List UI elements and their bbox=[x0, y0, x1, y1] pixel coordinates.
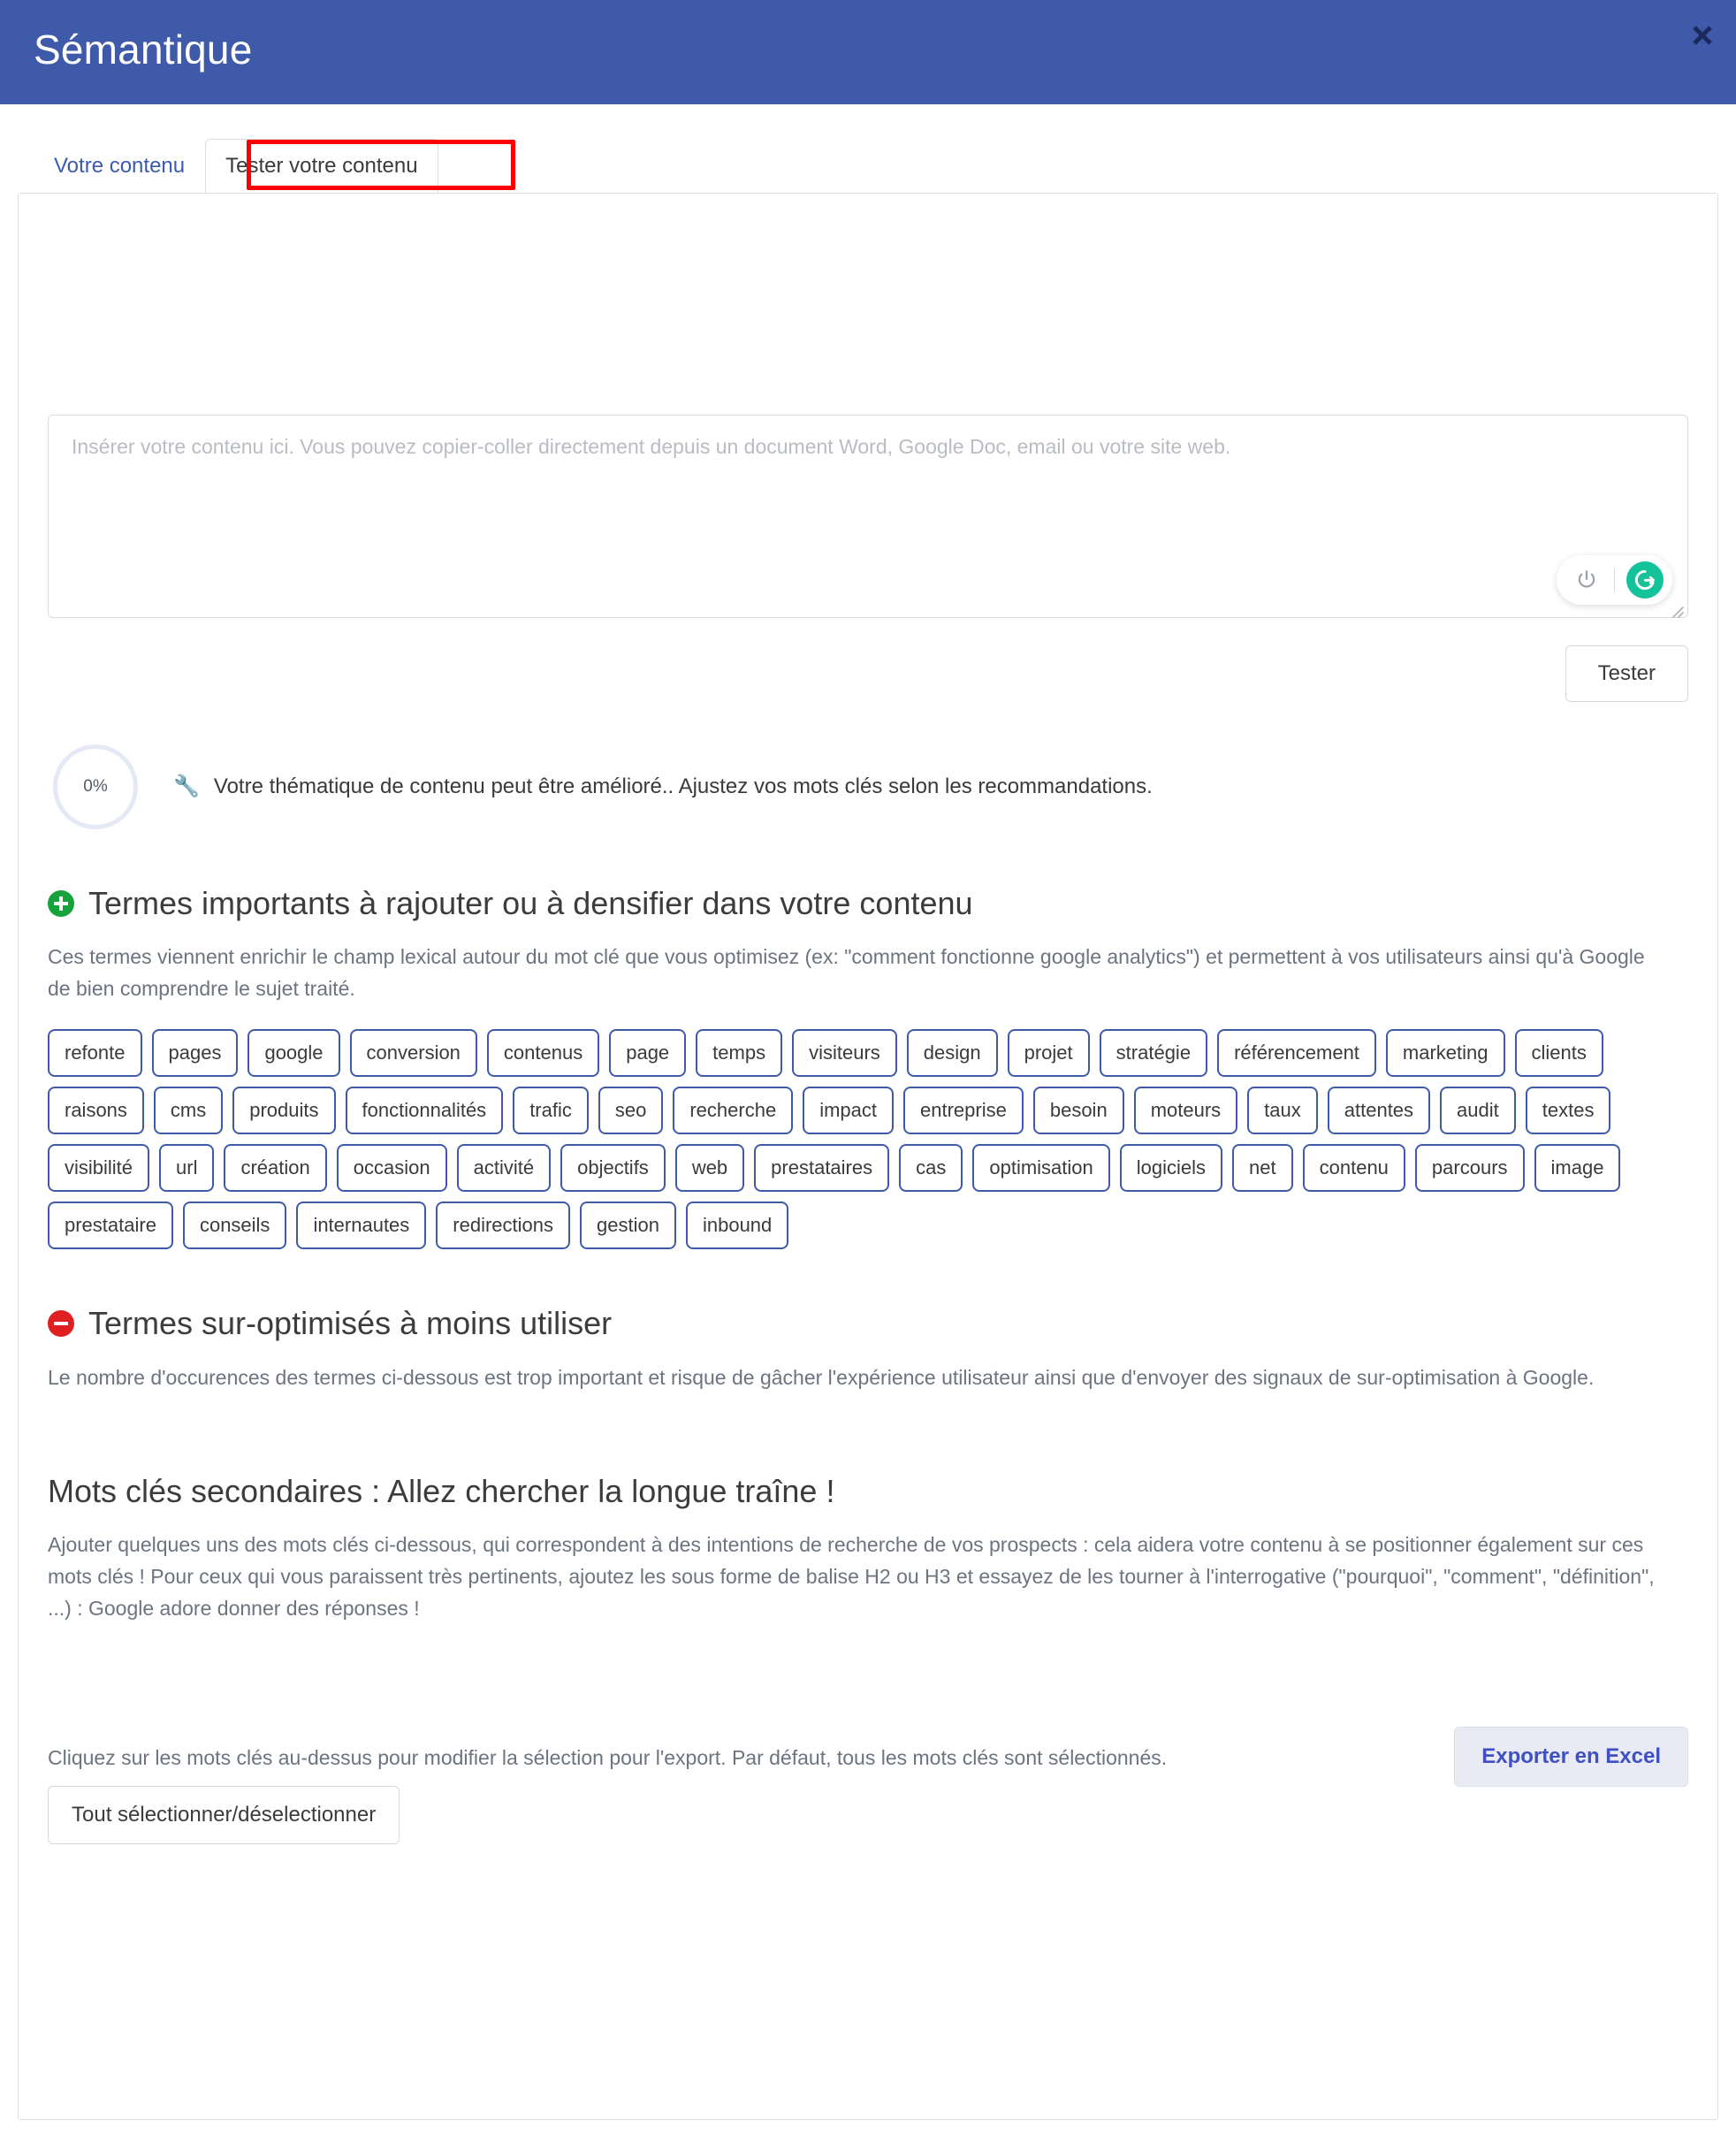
keyword-tag[interactable]: audit bbox=[1440, 1087, 1516, 1135]
keyword-tag[interactable]: raisons bbox=[48, 1087, 144, 1135]
keyword-tag[interactable]: occasion bbox=[336, 1144, 447, 1193]
section-long-tail: Mots clés secondaires : Allez chercher l… bbox=[48, 1473, 1688, 1649]
keyword-tag[interactable]: projet bbox=[1007, 1029, 1090, 1078]
wrench-icon: 🔧 bbox=[173, 774, 200, 798]
keyword-tag[interactable]: besoin bbox=[1032, 1087, 1124, 1135]
tab-votre-contenu-label: Votre contenu bbox=[54, 154, 186, 178]
keyword-tag[interactable]: conseils bbox=[182, 1202, 287, 1250]
footer-row: Cliquez sur les mots clés au-dessus pour… bbox=[48, 1727, 1688, 1845]
keyword-tag[interactable]: recherche bbox=[673, 1087, 794, 1135]
tab-votre-contenu[interactable]: Votre contenu bbox=[34, 139, 205, 193]
grammarly-separator bbox=[1614, 568, 1615, 591]
keyword-tag[interactable]: logiciels bbox=[1119, 1144, 1223, 1193]
add-terms-description: Ces termes viennent enrichir le champ le… bbox=[48, 945, 1645, 1000]
keyword-tag[interactable]: taux bbox=[1247, 1087, 1318, 1135]
keyword-tag[interactable]: stratégie bbox=[1099, 1029, 1208, 1078]
keyword-tag[interactable]: optimisation bbox=[972, 1144, 1110, 1193]
keyword-tag[interactable]: contenus bbox=[486, 1029, 600, 1078]
keyword-tag[interactable]: url bbox=[159, 1144, 215, 1193]
keyword-tag[interactable]: parcours bbox=[1414, 1144, 1525, 1193]
keyword-tag[interactable]: internautes bbox=[296, 1202, 427, 1250]
keyword-tag[interactable]: textes bbox=[1525, 1087, 1611, 1135]
keyword-tag[interactable]: page bbox=[609, 1029, 687, 1078]
section-add-terms: Termes importants à rajouter ou à densif… bbox=[48, 884, 1688, 1250]
tab-tester-votre-contenu-label: Tester votre contenu bbox=[225, 154, 418, 178]
score-row: 0% 🔧 Votre thématique de contenu peut êt… bbox=[48, 744, 1688, 829]
footer-note: Cliquez sur les mots clés au-dessus pour… bbox=[48, 1746, 1168, 1770]
keyword-tag[interactable]: google bbox=[247, 1029, 340, 1078]
keyword-tag[interactable]: produits bbox=[232, 1087, 336, 1135]
keyword-tag[interactable]: inbound bbox=[685, 1202, 789, 1250]
power-icon[interactable] bbox=[1571, 564, 1603, 596]
keyword-tag[interactable]: conversion bbox=[349, 1029, 477, 1078]
keyword-tag[interactable]: entreprise bbox=[903, 1087, 1024, 1135]
modal-header: Sémantique bbox=[0, 0, 1736, 104]
keyword-tag[interactable]: visibilité bbox=[48, 1144, 150, 1193]
tabs-container: Votre contenu Tester votre contenu bbox=[0, 104, 1736, 193]
export-excel-button[interactable]: Exporter en Excel bbox=[1454, 1727, 1688, 1788]
page-title: Sémantique bbox=[34, 27, 253, 72]
tab-tester-votre-contenu[interactable]: Tester votre contenu bbox=[205, 139, 438, 193]
section-over-terms: Termes sur-optimisés à moins utiliser Le… bbox=[48, 1304, 1688, 1418]
keyword-tag[interactable]: temps bbox=[696, 1029, 783, 1078]
keyword-tag[interactable]: création bbox=[224, 1144, 327, 1193]
tester-button[interactable]: Tester bbox=[1565, 645, 1688, 702]
tab-panel-tester: Tester 0% 🔧 Votre thématique de contenu … bbox=[18, 193, 1718, 2120]
keyword-tag[interactable]: net bbox=[1232, 1144, 1293, 1193]
score-message-row: 🔧 Votre thématique de contenu peut être … bbox=[173, 774, 1153, 799]
footer-block: Cliquez sur les mots clés au-dessus pour… bbox=[48, 1727, 1688, 1845]
power-glyph bbox=[1578, 570, 1595, 588]
keyword-tag[interactable]: redirections bbox=[436, 1202, 571, 1250]
over-terms-description: Le nombre d'occurences des termes ci-des… bbox=[48, 1365, 1595, 1389]
keyword-tag[interactable]: marketing bbox=[1385, 1029, 1505, 1078]
keyword-tag[interactable]: impact bbox=[803, 1087, 894, 1135]
footer-right: Exporter en Excel bbox=[1454, 1727, 1688, 1788]
keyword-tag[interactable]: pages bbox=[151, 1029, 239, 1078]
long-tail-title: Mots clés secondaires : Allez chercher l… bbox=[48, 1473, 835, 1510]
grammarly-widget[interactable] bbox=[1557, 555, 1672, 605]
grammarly-logo-icon[interactable] bbox=[1626, 561, 1664, 599]
content-textarea[interactable] bbox=[48, 415, 1688, 618]
score-message: Votre thématique de contenu peut être am… bbox=[213, 774, 1153, 798]
panel-top-spacer bbox=[48, 220, 1688, 415]
keyword-tag[interactable]: contenu bbox=[1302, 1144, 1405, 1193]
over-terms-title-row: Termes sur-optimisés à moins utiliser bbox=[48, 1304, 1688, 1342]
keyword-tag[interactable]: image bbox=[1534, 1144, 1621, 1193]
score-gauge: 0% bbox=[53, 744, 138, 829]
score-value: 0% bbox=[83, 777, 108, 796]
tab-list: Votre contenu Tester votre contenu bbox=[18, 134, 1718, 193]
content-editor-wrapper bbox=[48, 415, 1688, 622]
keyword-tag[interactable]: activité bbox=[456, 1144, 552, 1193]
over-terms-title: Termes sur-optimisés à moins utiliser bbox=[88, 1305, 613, 1342]
add-terms-tag-list: refonte pages google conversion contenus page… bbox=[48, 1029, 1688, 1250]
grammarly-g-glyph bbox=[1634, 569, 1655, 591]
long-tail-description: Ajouter quelques uns des mots clés ci-de… bbox=[48, 1533, 1655, 1620]
keyword-tag[interactable]: objectifs bbox=[560, 1144, 666, 1193]
keyword-tag[interactable]: cas bbox=[899, 1144, 963, 1193]
keyword-tag[interactable]: seo bbox=[598, 1087, 664, 1135]
add-terms-title-row: Termes importants à rajouter ou à densif… bbox=[48, 884, 1688, 922]
footer-left: Cliquez sur les mots clés au-dessus pour… bbox=[48, 1746, 1168, 1845]
close-x-glyph bbox=[1693, 26, 1712, 45]
plus-circle-icon bbox=[48, 889, 74, 917]
keyword-tag[interactable]: trafic bbox=[513, 1087, 589, 1135]
close-icon[interactable] bbox=[1687, 19, 1718, 51]
keyword-tag[interactable]: web bbox=[674, 1144, 745, 1193]
keyword-tag[interactable]: prestataires bbox=[754, 1144, 890, 1193]
add-terms-title: Termes importants à rajouter ou à densif… bbox=[88, 885, 973, 921]
minus-circle-icon bbox=[48, 1310, 74, 1338]
keyword-tag[interactable]: prestataire bbox=[48, 1202, 173, 1250]
tester-button-row: Tester bbox=[48, 645, 1688, 702]
keyword-tag[interactable]: visiteurs bbox=[792, 1029, 897, 1078]
keyword-tag[interactable]: attentes bbox=[1327, 1087, 1431, 1135]
keyword-tag[interactable]: clients bbox=[1514, 1029, 1603, 1078]
select-all-button[interactable]: Tout sélectionner/déselectionner bbox=[48, 1786, 400, 1845]
keyword-tag[interactable]: refonte bbox=[48, 1029, 142, 1078]
keyword-tag[interactable]: gestion bbox=[580, 1202, 676, 1250]
keyword-tag[interactable]: fonctionnalités bbox=[345, 1087, 504, 1135]
keyword-tag[interactable]: moteurs bbox=[1133, 1087, 1238, 1135]
keyword-tag[interactable]: référencement bbox=[1217, 1029, 1376, 1078]
keyword-tag[interactable]: design bbox=[906, 1029, 998, 1078]
keyword-tag[interactable]: cms bbox=[153, 1087, 224, 1135]
